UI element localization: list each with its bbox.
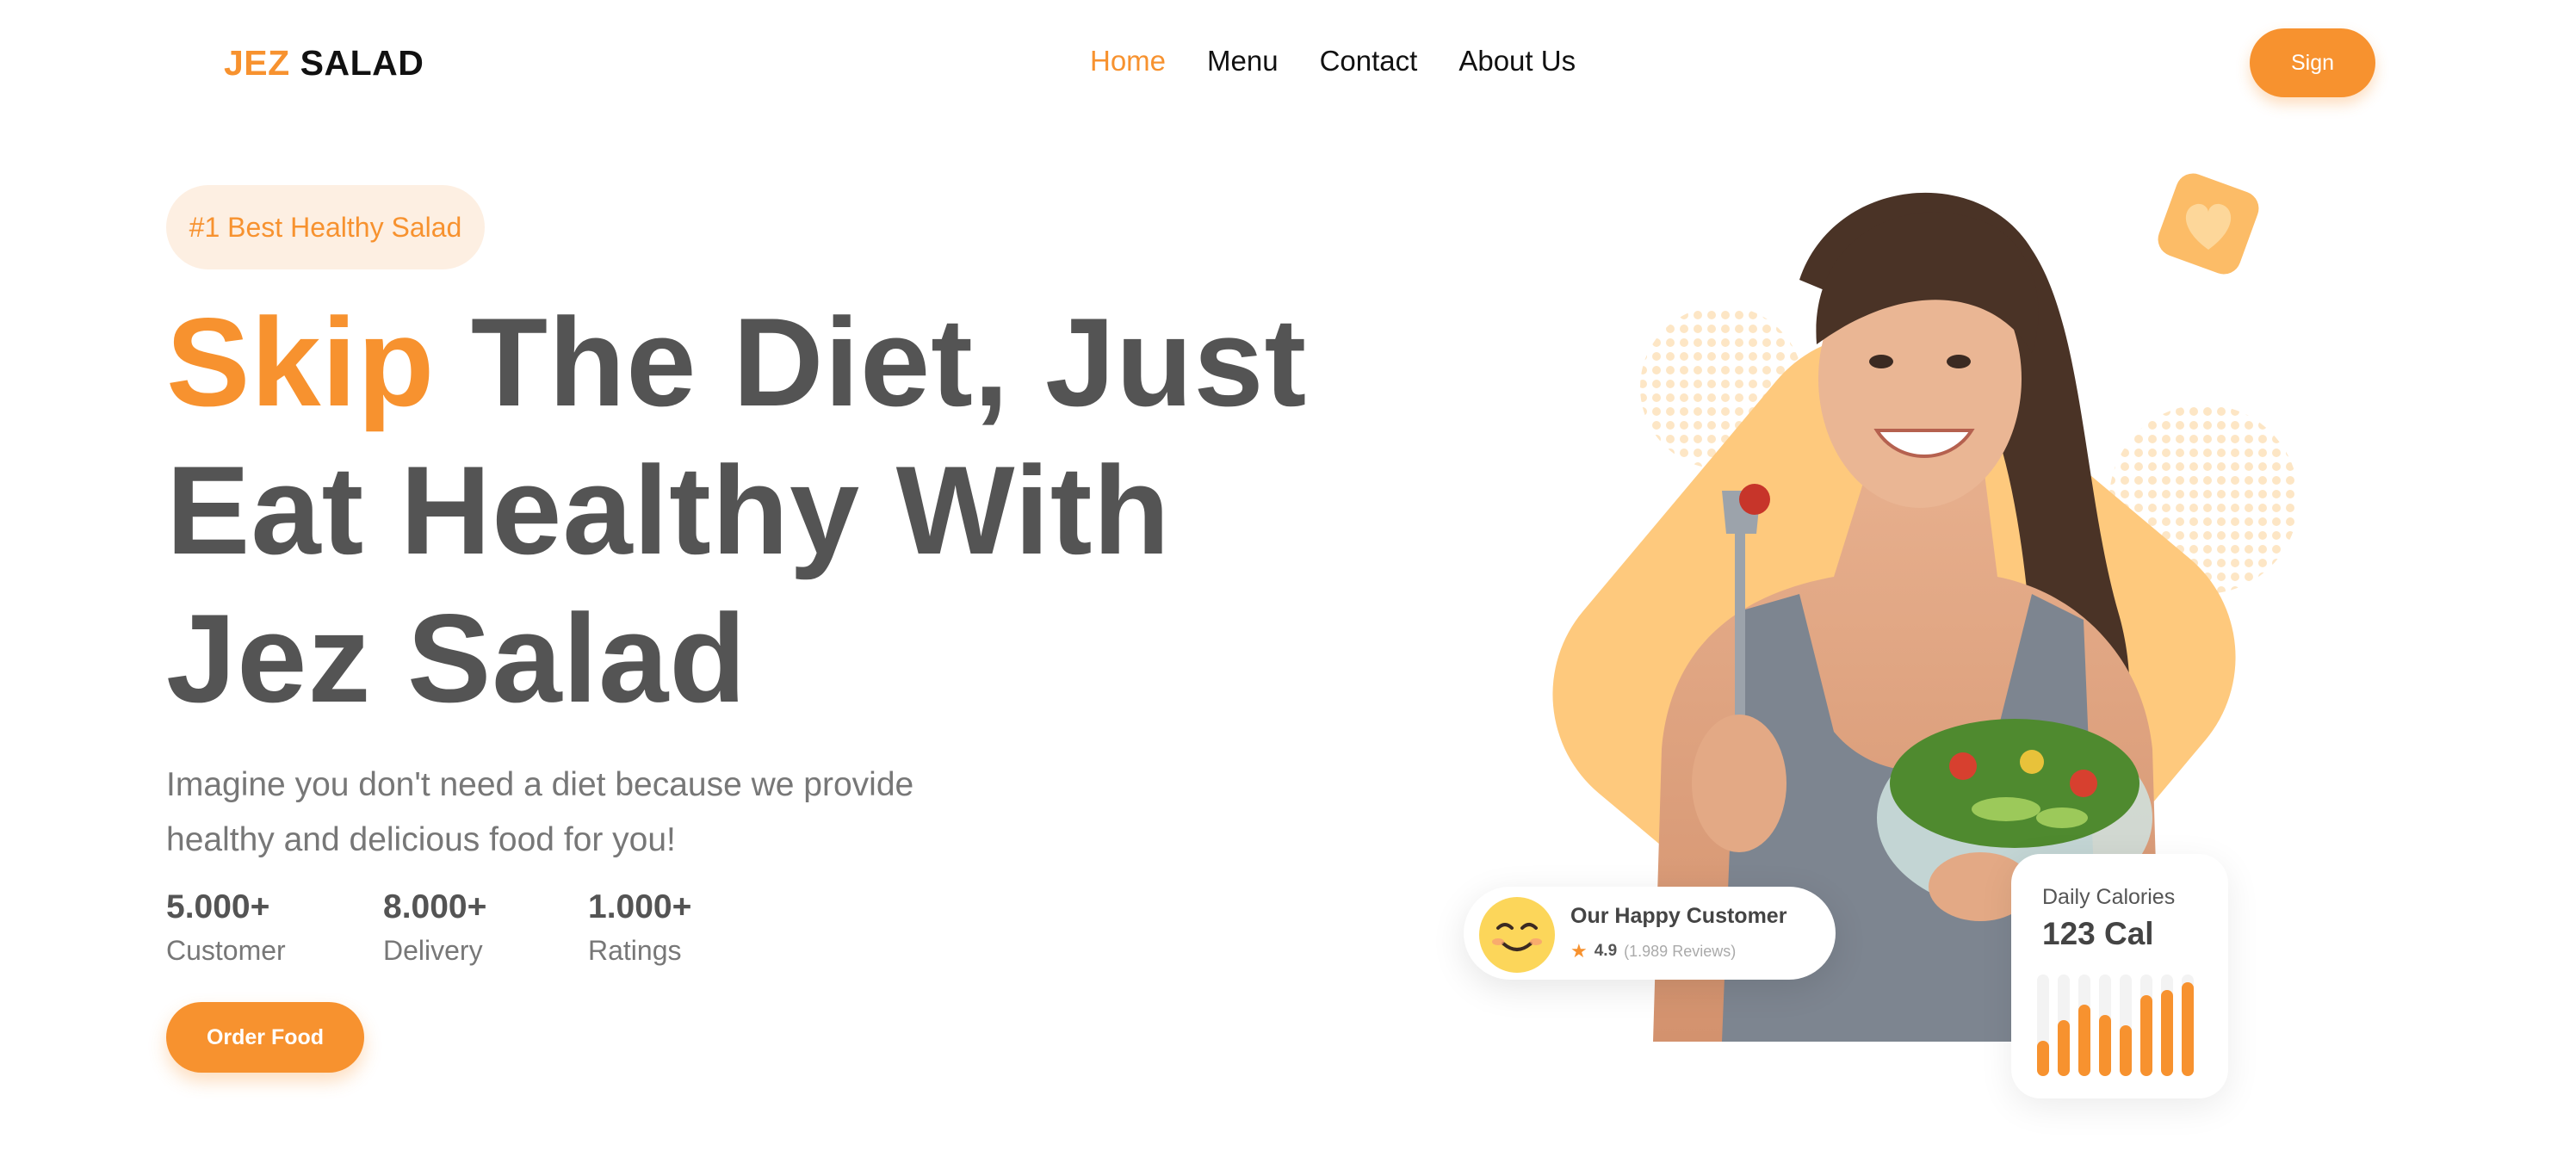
order-food-button[interactable]: Order Food xyxy=(166,1002,364,1073)
stat-value: 8.000+ xyxy=(383,888,487,925)
nav-link-menu[interactable]: Menu xyxy=(1207,45,1279,77)
headline-line-1: The Diet, Just xyxy=(470,292,1308,432)
stat-delivery: 8.000+ Delivery xyxy=(383,888,588,967)
stats-row: 5.000+ Customer 8.000+ Delivery 1.000+ R… xyxy=(166,888,691,967)
star-icon: ★ xyxy=(1570,940,1588,962)
happy-customer-card: Our Happy Customer ★ 4.9 (1.989 Reviews) xyxy=(1464,887,1836,980)
stat-ratings: 1.000+ Ratings xyxy=(588,888,691,967)
best-salad-badge: #1 Best Healthy Salad xyxy=(166,185,485,269)
cherry-tomato xyxy=(1739,484,1770,515)
calorie-bar xyxy=(2037,1041,2049,1076)
stat-label: Ratings xyxy=(588,935,682,966)
stat-value: 5.000+ xyxy=(166,888,270,925)
salad-greens xyxy=(1890,719,2139,848)
stat-customer: 5.000+ Customer xyxy=(166,888,383,967)
hero-subtext: Imagine you don't need a diet because we… xyxy=(166,758,1027,868)
rating-score: 4.9 xyxy=(1594,942,1618,960)
brand-logo[interactable]: JEZ SALAD xyxy=(224,43,424,84)
main-menu: Home Menu Contact About Us xyxy=(1090,45,1576,77)
top-navbar: JEZ SALAD Home Menu Contact About Us Sig… xyxy=(0,0,2576,129)
customer-card-title: Our Happy Customer xyxy=(1570,904,1787,928)
sign-button[interactable]: Sign xyxy=(2250,28,2375,97)
daily-calories-card: Daily Calories 123 Cal xyxy=(2011,854,2228,1098)
stat-label: Customer xyxy=(166,935,286,966)
nav-link-about-us[interactable]: About Us xyxy=(1458,45,1576,77)
subtext-line-2: healthy and delicious food for you! xyxy=(166,821,676,858)
headline-accent-word: Skip xyxy=(166,292,436,432)
headline-line-3: Jez Salad xyxy=(166,588,747,728)
logo-accent: JEZ xyxy=(224,43,290,83)
calories-value: 123 Cal xyxy=(2042,916,2154,951)
hero-headline: Skip The Diet, Just Eat Healthy With Jez… xyxy=(166,288,1372,733)
calorie-bar xyxy=(2099,1015,2111,1076)
customer-rating: ★ 4.9 (1.989 Reviews) xyxy=(1570,940,1736,962)
calorie-bar xyxy=(2140,995,2152,1076)
smiley-icon xyxy=(1479,897,1555,973)
woman-hand-left xyxy=(1692,715,1786,852)
nav-link-contact[interactable]: Contact xyxy=(1320,45,1418,77)
calories-bar-chart xyxy=(2037,974,2194,1076)
heart-icon xyxy=(2158,173,2259,275)
subtext-line-1: Imagine you don't need a diet because we… xyxy=(166,766,914,803)
headline-line-2: Eat Healthy With xyxy=(166,440,1171,580)
calories-title: Daily Calories xyxy=(2042,885,2176,909)
stat-label: Delivery xyxy=(383,935,483,966)
calorie-bar xyxy=(2078,1005,2090,1076)
nav-link-home[interactable]: Home xyxy=(1090,45,1166,77)
rating-reviews: (1.989 Reviews) xyxy=(1624,942,1737,960)
logo-main: SALAD xyxy=(300,43,424,83)
calorie-bar xyxy=(2161,990,2173,1076)
calorie-bar xyxy=(2182,982,2194,1076)
calorie-bar xyxy=(2120,1025,2132,1076)
calorie-bar xyxy=(2058,1020,2070,1076)
stat-value: 1.000+ xyxy=(588,888,692,925)
